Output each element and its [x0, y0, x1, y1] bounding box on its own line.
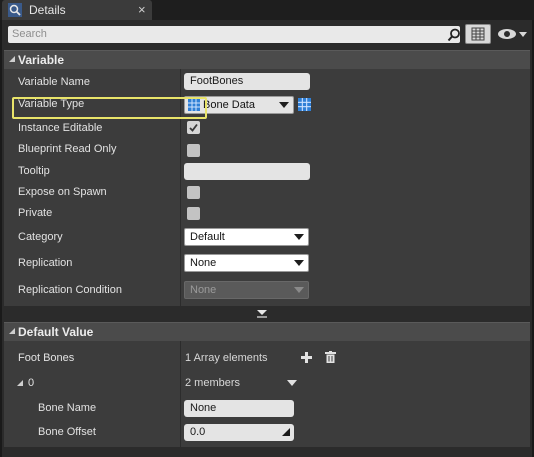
replication-value: None	[190, 257, 217, 269]
category-dropdown[interactable]: Default	[184, 228, 309, 246]
category-value: Default	[190, 231, 225, 243]
check-icon	[189, 123, 198, 132]
expose-on-spawn-checkbox[interactable]	[187, 186, 200, 199]
details-tab-icon	[8, 3, 22, 17]
variable-name-label: Variable Name	[18, 76, 90, 88]
view-options-button[interactable]	[465, 24, 491, 44]
replication-label: Replication	[18, 257, 73, 269]
chevron-down-icon	[279, 102, 289, 108]
search-icon[interactable]	[447, 28, 461, 42]
replication-condition-value: None	[190, 284, 217, 296]
eye-icon[interactable]	[496, 26, 528, 42]
close-icon[interactable]: ×	[138, 2, 146, 17]
struct-members-count: 2 members	[185, 377, 241, 389]
search-placeholder: Search	[12, 28, 47, 40]
trash-icon[interactable]	[325, 351, 336, 363]
expose-on-spawn-label: Expose on Spawn	[18, 186, 107, 198]
instance-editable-label: Instance Editable	[18, 122, 103, 134]
replication-condition-label: Replication Condition	[18, 284, 122, 296]
drag-spinner-icon[interactable]	[282, 428, 290, 436]
private-label: Private	[18, 207, 53, 219]
expand-arrow-icon[interactable]	[256, 308, 268, 318]
tooltip-label: Tooltip	[18, 165, 50, 177]
chevron-down-icon	[294, 234, 304, 240]
bone-offset-value: 0.0	[190, 426, 206, 438]
replication-condition-dropdown[interactable]: None	[184, 281, 309, 299]
blueprint-read-only-checkbox[interactable]	[187, 144, 200, 157]
tooltip-field[interactable]	[184, 163, 310, 180]
bone-offset-label: Bone Offset	[38, 426, 96, 438]
instance-editable-highlight	[12, 97, 207, 119]
foot-bones-label: Foot Bones	[18, 352, 75, 364]
bone-offset-field[interactable]: 0.0	[184, 424, 294, 441]
tab-bar: Details ×	[0, 0, 534, 20]
tab-label: Details	[29, 3, 66, 17]
details-panel: Search Variable Variable Name FootBones …	[2, 20, 532, 457]
category-label: Category	[18, 231, 63, 243]
collapse-arrow-icon[interactable]	[16, 379, 24, 387]
default-value-section-header[interactable]: Default Value	[4, 322, 530, 341]
variable-name-field[interactable]: FootBones	[184, 73, 310, 90]
private-checkbox[interactable]	[187, 207, 200, 220]
grid-view-icon	[471, 27, 485, 41]
collapse-arrow-icon	[9, 328, 15, 334]
container-type-icon[interactable]	[298, 98, 311, 111]
replication-dropdown[interactable]: None	[184, 254, 309, 272]
column-divider[interactable]	[180, 341, 181, 447]
section-title: Default Value	[18, 325, 94, 339]
chevron-down-icon	[294, 287, 304, 293]
chevron-down-icon	[294, 260, 304, 266]
add-icon[interactable]	[301, 352, 312, 363]
bone-name-field[interactable]: None	[184, 400, 294, 417]
details-tab[interactable]: Details ×	[2, 0, 152, 20]
array-element-index: 0	[28, 377, 35, 389]
variable-section-header[interactable]: Variable	[4, 50, 530, 69]
search-input[interactable]: Search	[8, 26, 460, 43]
array-element-count: 1 Array elements	[185, 352, 268, 364]
variable-type-value: Bone Data	[203, 99, 255, 111]
instance-editable-checkbox[interactable]	[187, 121, 200, 134]
blueprint-read-only-label: Blueprint Read Only	[18, 143, 117, 155]
bone-name-label: Bone Name	[38, 402, 97, 414]
section-title: Variable	[18, 53, 65, 67]
collapse-arrow-icon	[9, 56, 15, 62]
chevron-down-icon[interactable]	[287, 380, 297, 387]
